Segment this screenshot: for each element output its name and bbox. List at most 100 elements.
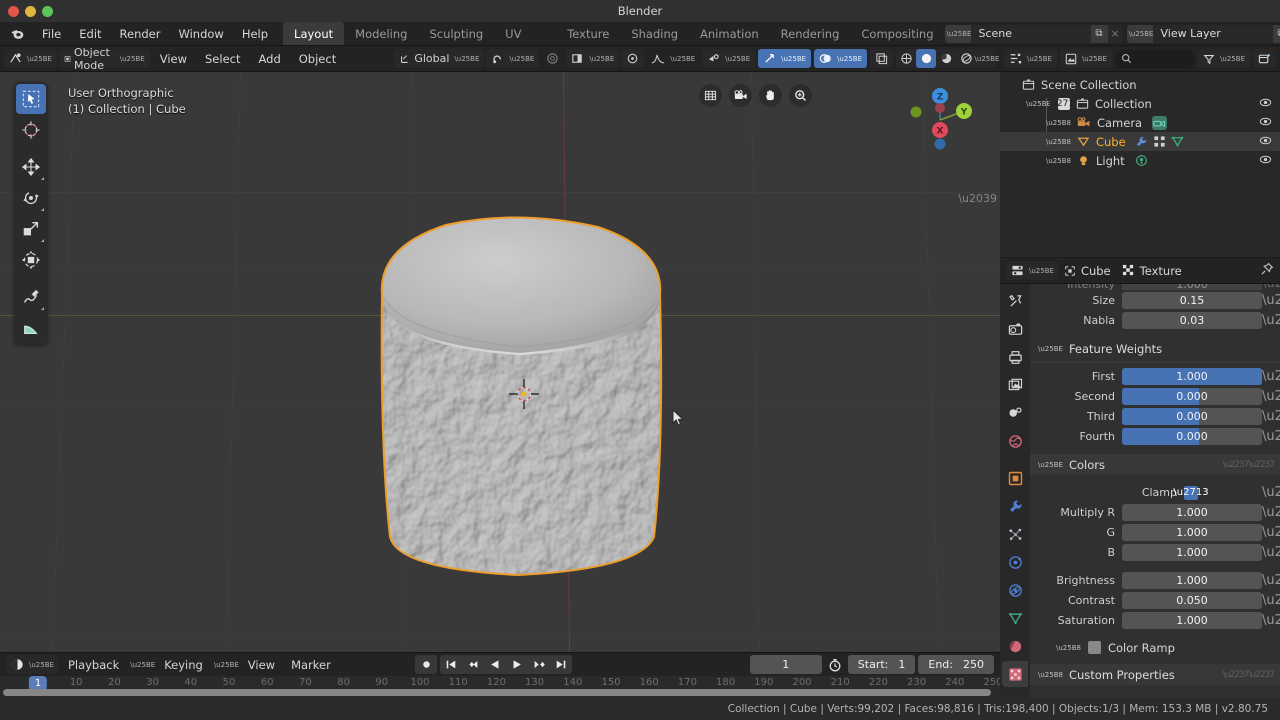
world-tab[interactable] [1002, 428, 1028, 454]
tab-texture-paint[interactable]: Texture Paint [556, 22, 620, 65]
colors-panel-header[interactable]: \u25BE Colors \u2237\u2237 [1030, 454, 1280, 475]
second-row[interactable]: Second 0.000 \u2022 [1030, 387, 1280, 406]
size-field[interactable]: 0.15 [1122, 292, 1262, 309]
color-ramp-checkbox[interactable] [1087, 641, 1101, 654]
animate-dot-icon[interactable]: \u2022 [1262, 594, 1280, 607]
editor-type-icon[interactable]: \u25BE [4, 49, 57, 68]
nabla-row[interactable]: Nabla 0.03 \u2022 [1030, 311, 1280, 330]
multiply-g-row[interactable]: G 1.000 \u2022 [1030, 523, 1280, 542]
viewport-menu-select[interactable]: Select [197, 46, 248, 72]
pin-icon[interactable] [1260, 262, 1274, 279]
scene-name[interactable]: Scene [971, 25, 1091, 43]
navigation-gizmo[interactable]: Z Y X [902, 82, 978, 158]
solid-icon[interactable] [916, 49, 936, 68]
fourth-field[interactable]: 0.000 [1122, 428, 1262, 445]
tweak-select-tool[interactable] [16, 84, 46, 114]
move-tool[interactable] [16, 152, 46, 182]
animate-dot-icon[interactable]: \u2022 [1262, 294, 1280, 307]
timeline-strip[interactable]: 10 20 30 40 50 60 70 80 90 100 110 120 130 140 150 160 1… [0, 676, 1000, 698]
outliner-row-scene-collection[interactable]: Scene Collection [1000, 75, 1280, 94]
visibility-eye-icon[interactable] [1259, 153, 1272, 169]
funnel-icon[interactable]: \u25BE [1198, 49, 1250, 68]
custom-properties-panel-header[interactable]: \u25B8 Custom Properties \u2237\u2237 [1030, 664, 1280, 685]
menu-file[interactable]: File [33, 22, 70, 46]
constraints-tab[interactable] [1002, 577, 1028, 603]
brightness-field[interactable]: 1.000 [1122, 572, 1262, 589]
record-icon[interactable] [415, 655, 437, 674]
modifier-icon[interactable] [1135, 135, 1148, 148]
timeline-icon[interactable]: \u25BE [6, 655, 59, 674]
animate-dot-icon[interactable]: \u2022 [1262, 486, 1280, 499]
material-preview-icon[interactable] [936, 49, 956, 68]
particles-tab[interactable] [1002, 521, 1028, 547]
scale-tool[interactable] [16, 214, 46, 244]
properties-content[interactable]: Intensity 1.000 \u2022 Size 0.15 \u2022 … [1030, 284, 1280, 698]
hand-icon[interactable] [759, 84, 782, 107]
viewport-3d[interactable]: User Orthographic (1) Collection | Cube [0, 72, 1000, 652]
wireframe-icon[interactable] [896, 49, 916, 68]
object-tab[interactable] [1002, 465, 1028, 491]
animate-dot-icon[interactable]: \u2022 [1262, 506, 1280, 519]
nabla-field[interactable]: 0.03 [1122, 312, 1262, 329]
size-row[interactable]: Size 0.15 \u2022 [1030, 291, 1280, 310]
menu-window[interactable]: Window [169, 22, 232, 46]
pivot-point-selector[interactable]: \u25BE [566, 49, 620, 68]
multiply-g-field[interactable]: 1.000 [1122, 524, 1262, 541]
disclosure-triangle-icon[interactable]: \u25B8 [1046, 119, 1071, 127]
outliner-row-camera[interactable]: \u25B8 Camera [1000, 113, 1280, 132]
scene-icon[interactable]: \u25BE [944, 24, 971, 43]
tool-tab[interactable] [1002, 288, 1028, 314]
prev-keyframe-icon[interactable] [462, 655, 484, 674]
viewport-menu-object[interactable]: Object [291, 46, 344, 72]
new-scene-button[interactable]: ⧉ [1090, 24, 1108, 43]
outliner-search-input[interactable] [1114, 49, 1196, 68]
proportional-falloff-icon[interactable]: \u25BE [646, 49, 700, 68]
visibility-eye-icon[interactable] [1259, 115, 1272, 131]
scene-selector[interactable]: \u25BE Scene ⧉ × [944, 24, 1123, 43]
animate-dot-icon[interactable]: \u2022 [1262, 546, 1280, 559]
mesh-data-icon[interactable] [1171, 135, 1184, 148]
animate-dot-icon[interactable]: \u2022 [1262, 430, 1280, 443]
frame-end-field[interactable]: End: 250 [918, 655, 994, 674]
multiply-b-row[interactable]: B 1.000 \u2022 [1030, 543, 1280, 562]
timeline-scrollbar[interactable] [3, 689, 991, 696]
object-mode-selector[interactable]: Object Mode \u25BE [58, 46, 150, 72]
sidebar-toggle-icon[interactable]: \u2039 [958, 192, 997, 205]
feature-weights-panel-header[interactable]: \u25BE Feature Weights [1030, 338, 1280, 359]
light-data-icon[interactable] [1135, 154, 1148, 167]
animate-dot-icon[interactable]: \u2022 [1262, 390, 1280, 403]
viewport-menu-add[interactable]: Add [250, 46, 288, 72]
outliner-row-light[interactable]: \u25B8 Light [1000, 151, 1280, 170]
texture-icon[interactable] [1153, 135, 1166, 148]
tab-uv-editing[interactable]: UV Editing [494, 22, 556, 65]
properties-editor[interactable]: Intensity 1.000 \u2022 Size 0.15 \u2022 … [1000, 284, 1280, 698]
multiply-r-field[interactable]: 1.000 [1122, 504, 1262, 521]
physics-tab[interactable] [1002, 549, 1028, 575]
viewport-menu-view[interactable]: View [152, 46, 195, 72]
overlays-icon[interactable]: \u25BE [814, 49, 867, 68]
menu-edit[interactable]: Edit [70, 22, 110, 46]
rotate-tool[interactable] [16, 183, 46, 213]
multiply-b-field[interactable]: 1.000 [1122, 544, 1262, 561]
breadcrumb-object-label[interactable]: Cube [1081, 264, 1111, 278]
view-layer-icon[interactable]: \u25BE [1126, 24, 1153, 43]
properties-icon[interactable]: \u25BE [1006, 261, 1059, 280]
new-collection-icon[interactable] [1253, 49, 1276, 68]
stopwatch-icon[interactable] [825, 658, 845, 672]
render-tab[interactable] [1002, 316, 1028, 342]
filter-id-icon[interactable]: \u25BE [1059, 49, 1112, 68]
animate-dot-icon[interactable]: \u2022 [1262, 284, 1280, 290]
cursor-tool[interactable] [16, 115, 46, 145]
transform-orientation-selector[interactable]: Global \u25BE [394, 49, 485, 68]
annotate-tool[interactable] [16, 282, 46, 312]
saturation-field[interactable]: 1.000 [1122, 612, 1262, 629]
tab-compositing[interactable]: Compositing [850, 22, 944, 45]
menu-help[interactable]: Help [233, 22, 277, 46]
brightness-row[interactable]: Brightness 1.000 \u2022 [1030, 571, 1280, 590]
second-field[interactable]: 0.000 [1122, 388, 1262, 405]
tab-modeling[interactable]: Modeling [344, 22, 418, 45]
clamp-row[interactable]: Clamp \u2713 \u2022 [1030, 483, 1280, 502]
playback-buttons[interactable] [440, 655, 572, 674]
next-keyframe-icon[interactable] [528, 655, 550, 674]
disclosure-triangle-icon[interactable]: \u25B8 [1046, 157, 1071, 165]
